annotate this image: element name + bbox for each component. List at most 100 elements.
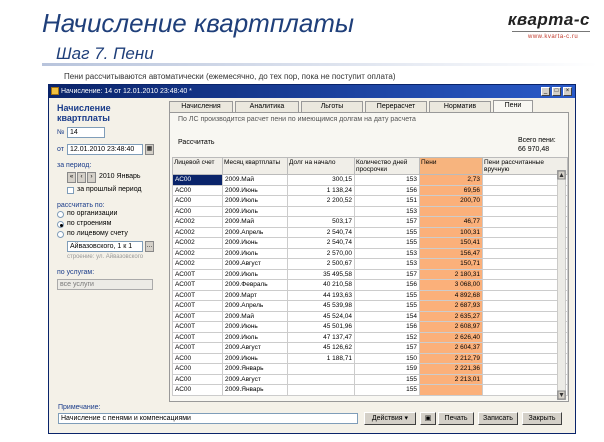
table-row[interactable]: АС002 2009.Апрель 2 540,74 155 100,31: [172, 226, 568, 238]
table-row[interactable]: АС00 2009.Июль 2 200,52 151 200,70: [172, 195, 568, 207]
column-header[interactable]: Долг на начало: [287, 157, 355, 175]
note-field[interactable]: Начисление с пенями и компенсациями: [58, 413, 358, 424]
column-header[interactable]: Пени: [419, 157, 483, 175]
table-row[interactable]: АС002 2009.Август 2 500,67 153 150,71: [172, 258, 568, 270]
tab-recalculation[interactable]: Перерасчет: [365, 101, 427, 112]
table-cell: 2 180,31: [419, 268, 483, 280]
table-cell: АС00: [172, 363, 223, 375]
tab-norm[interactable]: Норматив: [429, 101, 491, 112]
table-row[interactable]: АС002 2009.Май 503,17 157 46,77: [172, 216, 568, 228]
table-cell: 156: [354, 321, 420, 333]
table-row[interactable]: АС00Т 2009.Апрель 45 539,98 155 2 687,93: [172, 300, 568, 312]
table-cell: 44 193,63: [287, 289, 355, 301]
option-account: по лицевому счету: [67, 230, 128, 237]
table-cell: 2 213,01: [419, 373, 483, 385]
print-button[interactable]: Печать: [438, 412, 474, 425]
save-button[interactable]: Записать: [478, 412, 518, 425]
column-header[interactable]: Лицевой счет: [172, 157, 223, 175]
next-month-icon[interactable]: ›: [87, 172, 96, 183]
table-cell: 156,47: [419, 247, 483, 259]
logo-sub: www.kvarta-c.ru: [528, 34, 579, 40]
table-cell: 2009.Февраль: [222, 279, 288, 291]
close-button[interactable]: Закрыть: [522, 412, 562, 425]
table-row[interactable]: АС00Т 2009.Июль 47 137,47 152 2 626,40: [172, 331, 568, 343]
table-row[interactable]: АС00 2009.Январь 155: [172, 384, 568, 396]
table-row[interactable]: АС00Т 2009.Май 45 524,04 154 2 635,27: [172, 310, 568, 322]
table-row[interactable]: АС00Т 2009.Февраль 40 210,58 156 3 068,00: [172, 279, 568, 291]
table-cell: 154: [354, 310, 420, 322]
prev-period-icon[interactable]: «: [67, 172, 76, 183]
tab-penalties[interactable]: Пени: [493, 100, 533, 112]
table-row[interactable]: АС00 2009.Август 155 2 213,01: [172, 373, 568, 385]
table-cell: 2 540,74: [287, 237, 355, 249]
number-field[interactable]: 14: [67, 127, 105, 138]
table-row[interactable]: АС00 2009.Июнь 1 138,24 156 69,56: [172, 184, 568, 196]
table-cell: 2009.Апрель: [222, 226, 288, 238]
minimize-icon[interactable]: _: [541, 87, 550, 96]
column-header[interactable]: Пени рассчитанные вручную: [482, 157, 568, 175]
table-row[interactable]: АС00 2009.Май 300,15 153 2,73: [172, 174, 568, 186]
table-cell: [482, 258, 568, 270]
table-cell: 155: [354, 373, 420, 385]
table-cell: АС00: [172, 373, 223, 385]
period-value[interactable]: 2010 Январь: [99, 173, 141, 180]
radio-organization[interactable]: [57, 211, 64, 218]
maximize-icon[interactable]: □: [552, 87, 561, 96]
table-cell: [482, 226, 568, 238]
actions-button[interactable]: Действия ▾: [364, 412, 416, 425]
table-row[interactable]: АС00Т 2009.Июль 35 495,58 157 2 180,31: [172, 268, 568, 280]
prev-month-icon[interactable]: ‹: [77, 172, 86, 183]
services-field[interactable]: все услуги: [57, 279, 153, 290]
radio-account[interactable]: [57, 231, 64, 238]
table-cell: АС00: [172, 352, 223, 364]
table-cell: 2009.Август: [222, 373, 288, 385]
radio-buildings[interactable]: [57, 221, 64, 228]
column-header[interactable]: Количество дней просрочки: [354, 157, 420, 175]
save-disk-icon[interactable]: ▣: [420, 412, 436, 425]
date-field[interactable]: 12.01.2010 23:48:40: [67, 144, 143, 155]
close-icon[interactable]: ×: [563, 87, 572, 96]
table-row[interactable]: АС00Т 2009.Июнь 45 501,96 156 2 608,97: [172, 321, 568, 333]
total-value: 66 970,48: [518, 146, 550, 153]
table-cell: [482, 237, 568, 249]
table-cell: [482, 289, 568, 301]
table-cell: 2009.Июнь: [222, 237, 288, 249]
table-cell: 150,41: [419, 237, 483, 249]
window-titlebar[interactable]: Начисление: 14 от 12.01.2010 23:48:40 * …: [49, 85, 575, 98]
table-cell: 2,73: [419, 174, 483, 186]
table-cell: 2 540,74: [287, 226, 355, 238]
table-body: АС00 2009.Май 300,15 153 2,73 АС00 2009.Июнь 1 …: [172, 174, 568, 396]
tab-analytics[interactable]: Аналитика: [235, 101, 299, 112]
table-cell: 69,56: [419, 184, 483, 196]
document-window: Начисление: 14 от 12.01.2010 23:48:40 * …: [48, 84, 576, 434]
table-cell: 200,70: [419, 195, 483, 207]
table-cell: 2009.Апрель: [222, 300, 288, 312]
table-cell: 35 495,58: [287, 268, 355, 280]
table-row[interactable]: АС002 2009.Июнь 2 540,74 155 150,41: [172, 237, 568, 249]
table-cell: АС00: [172, 184, 223, 196]
table-row[interactable]: АС00Т 2009.Август 45 126,62 157 2 604,37: [172, 342, 568, 354]
tab-accruals[interactable]: Начисления: [169, 101, 233, 112]
table-cell: [482, 363, 568, 375]
table-cell: 2009.Август: [222, 342, 288, 354]
table-row[interactable]: АС00 2009.Июль 153: [172, 205, 568, 217]
table-cell: 157: [354, 268, 420, 280]
column-header[interactable]: Месяц квартплаты: [222, 157, 288, 175]
table-cell: 155: [354, 237, 420, 249]
table-row[interactable]: АС00Т 2009.Март 44 193,63 155 4 892,68: [172, 289, 568, 301]
calendar-icon[interactable]: ▦: [145, 144, 154, 155]
building-select-icon[interactable]: …: [145, 241, 154, 252]
table-cell: АС00Т: [172, 300, 223, 312]
table-cell: 2009.Июнь: [222, 184, 288, 196]
table-cell: 2009.Июль: [222, 195, 288, 207]
building-field[interactable]: Айвазовского, 1 к 1: [67, 241, 143, 252]
calculate-button[interactable]: Рассчитать: [178, 137, 228, 148]
prev-period-checkbox[interactable]: [67, 187, 74, 194]
table-row[interactable]: АС00 2009.Июнь 1 188,71 150 2 212,79: [172, 352, 568, 364]
table-row[interactable]: АС002 2009.Июль 2 570,00 153 156,47: [172, 247, 568, 259]
table-row[interactable]: АС00 2009.Январь 159 2 221,36: [172, 363, 568, 375]
table-cell: 300,15: [287, 174, 355, 186]
table-scrollbar[interactable]: [557, 170, 566, 400]
table-cell: 2009.Январь: [222, 363, 288, 375]
tab-benefits[interactable]: Льготы: [301, 101, 363, 112]
